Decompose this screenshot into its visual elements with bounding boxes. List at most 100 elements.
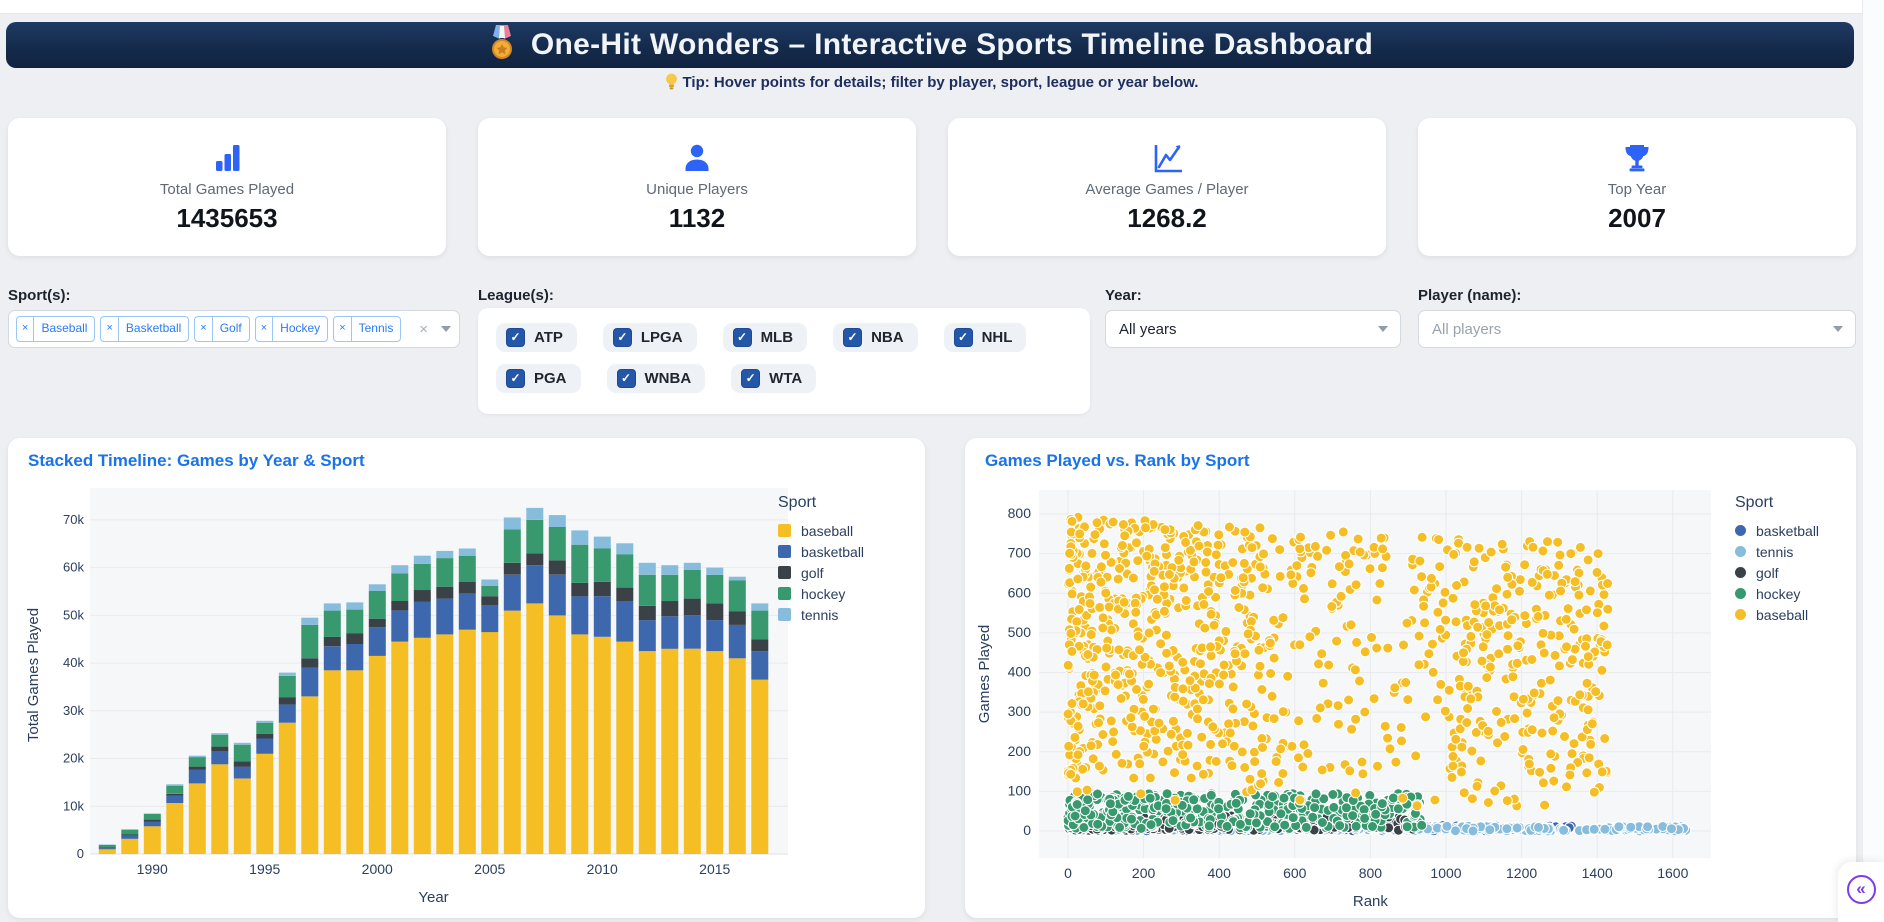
- chevron-down-icon[interactable]: [1378, 326, 1388, 332]
- stat-value: 1132: [668, 203, 726, 233]
- legend-swatch: [1735, 588, 1746, 599]
- bar-hockey-2016: [728, 580, 746, 612]
- league-checkbox-nhl[interactable]: ✓ NHL: [943, 323, 1027, 352]
- bar-hockey-2007: [526, 519, 544, 554]
- legend-item-basketball[interactable]: basketball: [1735, 520, 1819, 541]
- header-banner: One-Hit Wonders – Interactive Sports Tim…: [6, 22, 1854, 68]
- stat-card-average-games: Average Games / Player 1268.2: [948, 118, 1386, 256]
- remove-tag-icon[interactable]: ×: [256, 317, 274, 341]
- bar-golf-2011: [616, 587, 634, 601]
- bar-baseball-2008: [548, 615, 566, 854]
- bar-basketball-1996: [278, 704, 296, 723]
- bar-baseball-2005: [481, 632, 499, 854]
- bar-basketball-2000: [368, 627, 386, 656]
- bar-golf-2003: [436, 586, 454, 599]
- checkbox-checked-icon[interactable]: ✓: [732, 328, 752, 347]
- bar-tennis-2000: [368, 584, 386, 591]
- bar-golf-1990: [143, 819, 161, 822]
- legend-swatch: [778, 566, 791, 579]
- stat-card-unique-players: Unique Players 1132: [478, 118, 916, 256]
- checkbox-checked-icon[interactable]: ✓: [741, 369, 761, 388]
- bar-hockey-2017: [751, 610, 769, 640]
- checkbox-checked-icon[interactable]: ✓: [506, 328, 525, 347]
- bar-tennis-2004: [458, 548, 476, 556]
- chevron-down-icon[interactable]: [441, 326, 451, 332]
- legend-item-golf[interactable]: golf: [1735, 562, 1819, 583]
- legend-item-tennis[interactable]: tennis: [778, 604, 864, 625]
- bar-hockey-1995: [256, 722, 274, 734]
- chevron-down-icon[interactable]: [1833, 326, 1843, 332]
- sports-multiselect[interactable]: × Baseball × Basketball × Golf × Hockey × Ten…: [8, 310, 460, 348]
- legend-item-hockey[interactable]: hockey: [1735, 583, 1819, 604]
- svg-text:500: 500: [1008, 624, 1032, 640]
- legend-item-baseball[interactable]: baseball: [1735, 604, 1819, 625]
- year-select[interactable]: All years: [1105, 310, 1401, 348]
- bar-hockey-2010: [593, 548, 611, 582]
- legend-item-baseball[interactable]: baseball: [778, 520, 864, 541]
- legend-item-tennis[interactable]: tennis: [1735, 541, 1819, 562]
- bar-tennis-2001: [391, 565, 409, 574]
- bar-hockey-1998: [323, 610, 341, 637]
- svg-text:1995: 1995: [249, 861, 280, 877]
- remove-tag-icon[interactable]: ×: [195, 317, 213, 341]
- league-checkbox-nba[interactable]: ✓ NBA: [833, 323, 918, 352]
- bar-basketball-2004: [458, 593, 476, 630]
- checkbox-checked-icon[interactable]: ✓: [612, 328, 632, 347]
- league-checkbox-wta[interactable]: ✓ WTA: [731, 364, 817, 393]
- bar-hockey-2015: [706, 574, 724, 604]
- svg-text:300: 300: [1008, 703, 1032, 719]
- league-checkbox-pga[interactable]: ✓ PGA: [496, 364, 581, 393]
- bar-tennis-1989: [121, 829, 139, 830]
- scatter-chart[interactable]: 0 200 400 600 800 1000 1200 1400 1600 0 100 200 300 4…: [965, 482, 1856, 918]
- bar-basketball-2010: [593, 596, 611, 637]
- stat-value: 2007: [1608, 203, 1666, 233]
- svg-text:2010: 2010: [587, 861, 618, 877]
- checkbox-checked-icon[interactable]: ✓: [843, 328, 863, 347]
- legend-item-golf[interactable]: golf: [778, 562, 864, 583]
- league-checkbox-atp[interactable]: ✓ ATP: [496, 323, 577, 352]
- tip-text: Tip: Hover points for details; filter by…: [682, 74, 1199, 91]
- bar-basketball-2014: [683, 615, 701, 649]
- bar-basketball-2009: [571, 596, 589, 635]
- legend-swatch: [1735, 609, 1746, 620]
- legend-label: basketball: [1756, 522, 1820, 539]
- legend-item-hockey[interactable]: hockey: [778, 583, 864, 604]
- checkbox-checked-icon[interactable]: ✓: [616, 369, 636, 388]
- svg-text:1200: 1200: [1506, 865, 1537, 881]
- bar-golf-1996: [278, 697, 296, 705]
- bar-hockey-1991: [166, 785, 184, 794]
- bar-basketball-1999: [346, 644, 364, 671]
- sport-tag-tennis[interactable]: × Tennis: [333, 316, 402, 342]
- sport-tag-golf[interactable]: × Golf: [194, 316, 250, 342]
- sport-tag-basketball[interactable]: × Basketball: [100, 316, 190, 342]
- remove-tag-icon[interactable]: ×: [334, 317, 352, 341]
- bar-basketball-2008: [548, 574, 566, 616]
- bar-hockey-1992: [188, 757, 206, 767]
- league-checkbox-mlb[interactable]: ✓ MLB: [722, 323, 808, 352]
- svg-text:600: 600: [1008, 584, 1032, 600]
- remove-tag-icon[interactable]: ×: [17, 317, 35, 341]
- legend-title: Sport: [1735, 494, 1774, 511]
- bar-tennis-1988: [98, 844, 116, 845]
- bar-baseball-2002: [413, 637, 431, 854]
- checkbox-checked-icon[interactable]: ✓: [506, 369, 525, 388]
- legend-item-basketball[interactable]: basketball: [778, 541, 864, 562]
- checkbox-checked-icon[interactable]: ✓: [953, 328, 973, 347]
- clear-all-icon[interactable]: ×: [415, 321, 432, 338]
- stat-label: Average Games / Player: [1085, 181, 1249, 198]
- sport-tag-hockey[interactable]: × Hockey: [254, 316, 329, 342]
- remove-tag-icon[interactable]: ×: [101, 317, 119, 341]
- double-chevron-left-icon[interactable]: «: [1846, 875, 1876, 904]
- bar-hockey-2006: [503, 529, 521, 563]
- svg-text:Total Games Played: Total Games Played: [25, 608, 42, 742]
- bar-tennis-1999: [346, 602, 364, 610]
- bar-golf-1988: [98, 847, 116, 849]
- player-select[interactable]: All players: [1418, 310, 1856, 348]
- league-checkbox-lpga[interactable]: ✓ LPGA: [602, 323, 697, 352]
- league-checkbox-wnba[interactable]: ✓ WNBA: [606, 364, 706, 393]
- bar-tennis-2002: [413, 555, 431, 564]
- scatter-chart-title: Games Played vs. Rank by Sport: [985, 451, 1250, 470]
- bar-hockey-1993: [211, 734, 229, 747]
- bar-golf-2004: [458, 581, 476, 594]
- sport-tag-baseball[interactable]: × Baseball: [16, 316, 96, 342]
